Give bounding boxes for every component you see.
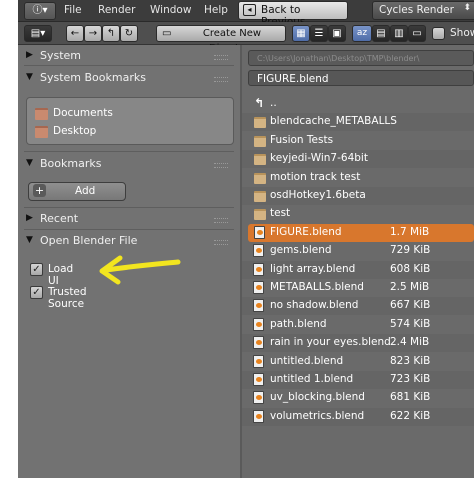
- annotation-arrow: [99, 255, 181, 285]
- blender-file-browser: ⓘ▾ File Render Window Help ◂ Back to Pre…: [18, 0, 474, 478]
